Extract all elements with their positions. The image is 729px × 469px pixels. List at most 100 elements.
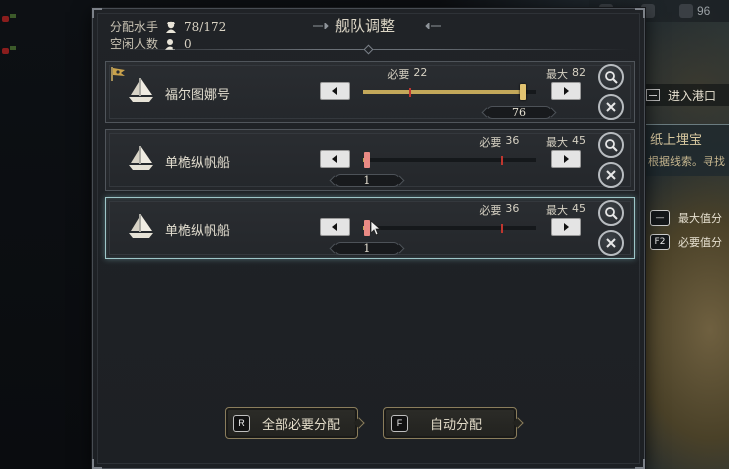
required-text: 必要 — [479, 204, 502, 217]
panel-corner — [635, 8, 645, 18]
decrease-sailors-button[interactable] — [320, 150, 350, 168]
map-left-region — [0, 0, 92, 469]
sailor-slider[interactable] — [363, 220, 536, 236]
increase-sailors-button[interactable] — [551, 82, 581, 100]
ship-icon — [126, 76, 156, 104]
search-icon — [604, 70, 618, 84]
close-icon — [604, 236, 618, 250]
assigned-count: 1 — [333, 242, 400, 255]
inspect-ship-button[interactable] — [598, 64, 624, 90]
close-icon — [604, 100, 618, 114]
required-value: 22 — [413, 66, 428, 79]
heart-icon — [679, 4, 693, 18]
legend-max-assign: — 最大值分 — [650, 210, 722, 226]
legend-required-label: 必要值分 — [678, 236, 722, 249]
max-text: 最大 — [546, 68, 568, 81]
required-label: 必要 22 — [387, 66, 427, 82]
increase-sailors-button[interactable] — [551, 150, 581, 168]
remove-ship-button[interactable] — [598, 94, 624, 120]
max-value: 45 — [572, 202, 586, 215]
max-text: 最大 — [546, 136, 568, 149]
sailors-assigned: 分配水手 78/172 — [110, 18, 226, 35]
arrow-right-icon — [561, 154, 571, 164]
mouse-cursor-icon — [370, 220, 382, 236]
title-ornament-icon — [425, 23, 441, 29]
assigned-count: 1 — [333, 174, 400, 187]
sailors-label: 分配水手 — [110, 20, 159, 34]
slider-handle[interactable] — [363, 152, 370, 168]
ship-icon — [126, 144, 156, 172]
close-icon — [604, 168, 618, 182]
max-label: 最大 45 — [546, 202, 586, 218]
panel-title: 舰队调整 — [335, 17, 396, 35]
required-marker — [409, 88, 412, 97]
required-text: 必要 — [387, 68, 410, 81]
panel-title-wrap: 舰队调整 — [313, 15, 441, 37]
button-notch — [512, 417, 524, 429]
ship-name: 单桅纵帆船 — [165, 156, 231, 171]
inspect-ship-button[interactable] — [598, 132, 624, 158]
panel-corner — [92, 8, 102, 18]
increase-sailors-button[interactable] — [551, 218, 581, 236]
arrow-right-icon — [561, 222, 571, 232]
auto-assign-button[interactable]: F 自动分配 — [383, 407, 524, 439]
max-label: 最大 82 — [546, 66, 586, 82]
quest-subtitle: 根据线索。寻找 — [648, 155, 725, 168]
sailor-icon — [166, 21, 177, 33]
key-r-icon: R — [233, 414, 250, 432]
assign-all-required-button[interactable]: R 全部必要分配 — [225, 407, 365, 439]
inspect-ship-button[interactable] — [598, 200, 624, 226]
sailor-slider[interactable] — [363, 84, 536, 100]
map-ship-marker[interactable] — [2, 46, 16, 56]
slider-fill — [363, 90, 524, 94]
search-icon — [604, 138, 618, 152]
required-marker — [501, 156, 504, 165]
legend-required-assign: F2 必要值分 — [650, 234, 722, 250]
arrow-left-icon — [330, 222, 340, 232]
quest-tracker[interactable]: 纸上埋宝 根据线索。寻找 — [640, 124, 729, 176]
required-label: 必要 36 — [479, 134, 519, 150]
required-value: 36 — [505, 202, 520, 215]
key-icon — [646, 89, 660, 101]
divider-ornament — [363, 44, 374, 55]
slider-handle[interactable] — [520, 84, 527, 100]
key-f-icon: F — [391, 414, 408, 432]
required-label: 必要 36 — [479, 202, 519, 218]
search-icon — [604, 206, 618, 220]
enter-port-prompt[interactable]: 进入港口 — [640, 84, 729, 106]
max-label: 最大 45 — [546, 134, 586, 150]
remove-ship-button[interactable] — [598, 230, 624, 256]
required-marker — [501, 224, 504, 233]
max-value: 82 — [572, 66, 586, 79]
panel-corner — [635, 459, 645, 469]
panel-corner — [92, 459, 102, 469]
arrow-left-icon — [330, 154, 340, 164]
ship-name: 单桅纵帆船 — [165, 224, 231, 239]
legend-key-icon: — — [650, 210, 670, 226]
auto-assign-label: 自动分配 — [430, 417, 483, 433]
ship-row[interactable]: 单桅纵帆船 必要 36 最大 45 1 — [105, 129, 635, 191]
assign-all-required-label: 全部必要分配 — [262, 417, 341, 433]
decrease-sailors-button[interactable] — [320, 218, 350, 236]
max-text: 最大 — [546, 204, 568, 217]
map-ship-marker[interactable] — [2, 14, 16, 24]
ship-row[interactable]: 福尔图娜号 必要 22 最大 82 76 — [105, 61, 635, 123]
ship-icon — [126, 212, 156, 240]
arrow-left-icon — [330, 86, 340, 96]
arrow-right-icon — [561, 86, 571, 96]
required-text: 必要 — [479, 136, 502, 149]
decrease-sailors-button[interactable] — [320, 82, 350, 100]
legend-max-label: 最大值分 — [678, 212, 722, 225]
assigned-count: 76 — [486, 106, 552, 119]
enter-port-label: 进入港口 — [668, 88, 717, 103]
sailors-value: 78/172 — [184, 19, 227, 34]
required-value: 36 — [505, 134, 520, 147]
slider-handle[interactable] — [363, 220, 370, 236]
button-notch — [353, 417, 365, 429]
legend-key-icon: F2 — [650, 234, 670, 250]
sailor-slider[interactable] — [363, 152, 536, 168]
title-ornament-icon — [313, 23, 329, 29]
hud-value: 96 — [697, 4, 711, 18]
ship-name: 福尔图娜号 — [165, 88, 231, 103]
remove-ship-button[interactable] — [598, 162, 624, 188]
